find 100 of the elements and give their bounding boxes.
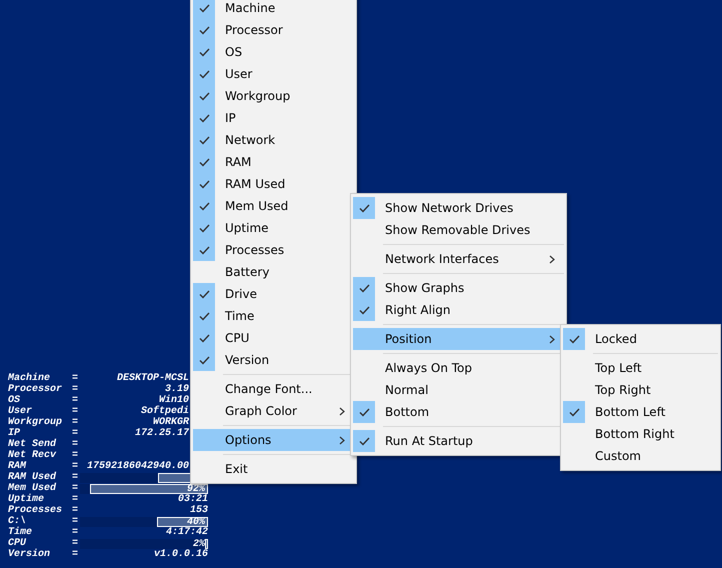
stat-value: WORKGR (152, 417, 189, 428)
equals-sign: = (72, 373, 78, 384)
menu-item[interactable]: Drive (193, 283, 354, 305)
stat-label: Uptime (8, 494, 44, 505)
menu-item[interactable]: OS (193, 41, 354, 63)
equals-sign: = (72, 494, 78, 505)
equals-sign: = (72, 472, 78, 483)
menu-item[interactable]: Version (193, 349, 354, 371)
menu-item[interactable]: Battery (193, 261, 354, 283)
stat-value: 172.25.17 (134, 428, 189, 439)
equals-sign: = (72, 439, 78, 450)
menu-item[interactable]: Time (193, 305, 354, 327)
check-icon (198, 114, 210, 122)
stat-value: v1.0.0.16 (154, 549, 208, 560)
stat-label: Net Send (8, 439, 56, 450)
equals-sign: = (72, 483, 78, 494)
menu-item[interactable]: Top Right (563, 379, 718, 401)
stat-label: RAM (8, 461, 26, 472)
check-icon (358, 306, 370, 314)
menu-item[interactable]: Locked (563, 328, 718, 350)
menu-item[interactable]: Bottom Right (563, 423, 718, 445)
equals-sign: = (72, 549, 78, 560)
menu-item[interactable]: IP (193, 107, 354, 129)
menu-item[interactable]: Run At Startup (353, 430, 564, 452)
menu-item[interactable]: Graph Color (193, 400, 354, 422)
check-icon (198, 70, 210, 78)
menu-item[interactable]: Top Left (563, 357, 718, 379)
equals-sign: = (72, 450, 78, 461)
check-icon (568, 334, 580, 344)
menu-item[interactable]: Right Align (353, 299, 564, 321)
menu-item[interactable]: Processes (193, 239, 354, 261)
stat-label: Mem Used (8, 483, 56, 494)
menu-item[interactable]: Bottom (353, 401, 564, 423)
stat-value: 2% (192, 538, 205, 550)
menu-item[interactable]: RAM (193, 151, 354, 173)
menu-item[interactable]: Network Interfaces (353, 248, 564, 270)
stat-value: 03:21 (178, 494, 208, 505)
menu-item[interactable]: Mem Used (193, 195, 354, 217)
check-icon (198, 246, 210, 254)
menu-item[interactable]: Custom (563, 445, 718, 467)
stat-label: Machine (8, 373, 50, 384)
check-icon (198, 92, 210, 100)
check-icon (358, 436, 370, 446)
stat-label: User (8, 406, 32, 417)
stat-label: Processor (8, 384, 62, 395)
menu-item[interactable]: Exit (193, 458, 354, 480)
check-icon (198, 4, 210, 12)
stat-label: Time (8, 527, 32, 538)
menu-item[interactable]: Show Removable Drives (353, 219, 564, 241)
stat-label: Processes (8, 505, 62, 516)
menu-item[interactable]: Normal (353, 379, 564, 401)
menu-item[interactable]: Change Font... (193, 378, 354, 400)
menu-item[interactable]: Processor (193, 19, 354, 41)
check-icon (198, 356, 210, 364)
stat-label: IP (8, 428, 20, 439)
menu-item[interactable]: Network (193, 129, 354, 151)
equals-sign: = (72, 428, 78, 439)
check-icon (568, 408, 580, 416)
equals-sign: = (72, 527, 78, 538)
stat-label: C:\ (8, 516, 26, 527)
stat-label: Version (8, 549, 50, 560)
check-icon (198, 158, 210, 166)
check-icon (198, 290, 210, 298)
equals-sign: = (72, 461, 78, 472)
equals-sign: = (72, 384, 78, 395)
menu-item[interactable]: RAM Used (193, 173, 354, 195)
stat-value: DESKTOP-MCSL (116, 373, 189, 384)
check-icon (358, 284, 370, 292)
check-icon (198, 202, 210, 210)
stat-label: Workgroup (8, 417, 62, 428)
check-icon (198, 334, 210, 342)
equals-sign: = (72, 406, 78, 417)
menu-item[interactable]: Workgroup (193, 85, 354, 107)
menu-item[interactable]: Machine (193, 0, 354, 19)
equals-sign: = (72, 417, 78, 428)
stat-label: CPU (8, 538, 26, 549)
stat-label: OS (8, 395, 20, 406)
menu-item[interactable]: Uptime (193, 217, 354, 239)
equals-sign: = (72, 395, 78, 406)
menu-item[interactable]: Always On Top (353, 357, 564, 379)
menu-item[interactable]: User (193, 63, 354, 85)
stat-label: Net Recv (8, 450, 56, 461)
check-icon (198, 26, 210, 34)
equals-sign: = (72, 505, 78, 516)
check-icon (198, 180, 210, 188)
menu-item[interactable]: Show Network Drives (353, 197, 564, 219)
stat-value: 17592186042940.00 (86, 461, 189, 472)
check-icon (198, 136, 210, 144)
stat-value: Win10 (158, 395, 189, 406)
equals-sign: = (72, 538, 78, 549)
menu-item[interactable]: Bottom Left (563, 401, 718, 423)
stat-label: RAM Used (8, 472, 56, 483)
equals-sign: = (72, 516, 78, 527)
check-icon (198, 312, 210, 320)
check-icon (358, 408, 370, 416)
menu-item[interactable]: CPU (193, 327, 354, 349)
check-icon (358, 204, 370, 212)
menu-item[interactable]: Show Graphs (353, 277, 564, 299)
stat-value: 4:17:42 (166, 527, 208, 538)
check-icon (198, 48, 210, 56)
